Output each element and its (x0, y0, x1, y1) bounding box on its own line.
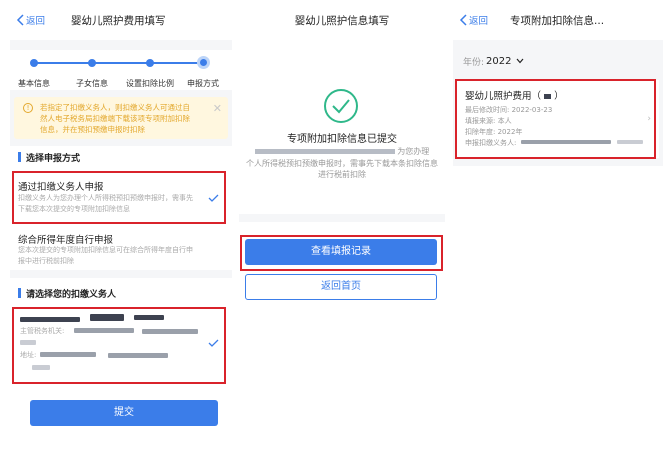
success-check-icon (324, 89, 358, 123)
chevron-left-icon (16, 14, 24, 26)
step-progress: 基本信息 子女信息 设置扣除比例 申报方式 (10, 50, 232, 90)
year-value: 2022 (486, 55, 512, 67)
success-desc-tail: 为您办理 (397, 147, 430, 156)
submit-button[interactable]: 提交 (30, 400, 218, 426)
step-dot (146, 59, 154, 67)
back-button[interactable]: 返回 (16, 13, 45, 27)
highlight-box (455, 79, 656, 159)
section-marker (18, 152, 21, 162)
highlight-box (240, 235, 443, 271)
step-dot (30, 59, 38, 67)
section-title: 请选择您的扣缴义务人 (10, 278, 232, 308)
fee-form-screen: 返回 婴幼儿照护费用填写 基本信息 子女信息 设置扣除比例 申报方式 ! 若指定… (10, 0, 232, 468)
highlight-box (12, 307, 226, 384)
step-label: 设置扣除比例 (126, 79, 174, 88)
section-marker (18, 288, 21, 298)
redacted-text (254, 149, 395, 154)
step-line (34, 62, 208, 64)
step-label: 子女信息 (76, 79, 108, 88)
success-desc-rest: 个人所得税预扣预缴申报时，需事先下载本条扣除信息进行税前扣除 (246, 158, 438, 180)
back-button[interactable]: 返回 (459, 13, 488, 27)
back-home-button[interactable]: 返回首页 (245, 274, 437, 300)
notice-banner: ! 若指定了扣缴义务人，则扣缴义务人可通过自然人电子税务局扣缴端下载该项专项附加… (14, 97, 228, 139)
option-desc: 您本次提交的专项附加扣除信息可在综合所得年度自行申报中进行税前扣除 (18, 246, 193, 265)
chevron-left-icon (459, 14, 467, 26)
caret-down-icon (516, 58, 523, 64)
page-title: 婴幼儿照护费用填写 (71, 14, 166, 27)
list-empty-area (453, 166, 663, 468)
page-title: 专项附加扣除信息... (510, 14, 605, 27)
header: 返回 婴幼儿照护费用填写 (10, 0, 232, 40)
step-label: 基本信息 (18, 79, 50, 88)
step-label: 申报方式 (187, 79, 219, 88)
option-title: 综合所得年度自行申报 (18, 235, 114, 246)
back-label: 返回 (469, 16, 489, 27)
submit-success-screen: 婴幼儿照护信息填写 专项附加扣除信息已提交 为您办理 个人所得税预扣预缴申报时，… (239, 0, 445, 468)
section-title-text: 请选择您的扣缴义务人 (26, 289, 117, 300)
section-title: 选择申报方式 (10, 146, 232, 168)
section-title-text: 选择申报方式 (26, 153, 81, 164)
step-dot-current (197, 56, 210, 69)
deduction-records-screen: 返回 专项附加扣除信息... 年份: 2022 婴幼儿照护费用（ ） 最后修改时… (453, 0, 663, 468)
notice-text: 若指定了扣缴义务人，则扣缴义务人可通过自然人电子税务局扣缴端下载该项专项附加扣除… (40, 103, 190, 134)
back-label: 返回 (26, 16, 46, 27)
screenshot-composite: 返回 婴幼儿照护费用填写 基本信息 子女信息 设置扣除比例 申报方式 ! 若指定… (0, 0, 669, 468)
success-title: 专项附加扣除信息已提交 (287, 134, 397, 145)
success-desc: 为您办理 个人所得税预扣预缴申报时，需事先下载本条扣除信息进行税前扣除 (245, 146, 439, 181)
header: 返回 专项附加扣除信息... (453, 0, 663, 40)
year-label: 年份: (463, 57, 485, 68)
info-icon: ! (23, 103, 33, 113)
page-title: 婴幼儿照护信息填写 (294, 14, 390, 27)
success-area: 婴幼儿照护信息填写 专项附加扣除信息已提交 为您办理 个人所得税预扣预缴申报时，… (239, 0, 445, 214)
step-dot (88, 59, 96, 67)
highlight-box (12, 171, 226, 224)
close-icon[interactable]: ✕ (213, 102, 222, 115)
year-selector[interactable]: 年份: 2022 (453, 48, 663, 74)
header: 婴幼儿照护信息填写 (239, 0, 445, 40)
